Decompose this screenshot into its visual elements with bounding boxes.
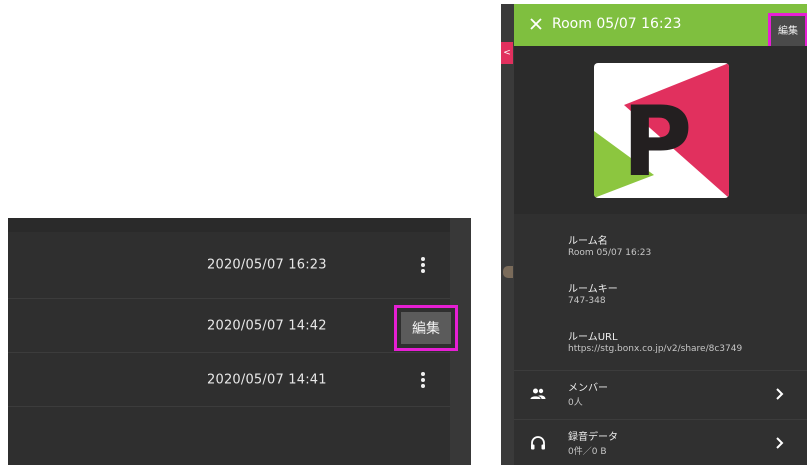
recordings-label: 録音データ (568, 432, 618, 443)
room-logo: P (594, 63, 729, 198)
room-header: Room 05/07 16:23 編集 削除 (514, 4, 807, 70)
svg-text:P: P (622, 86, 692, 198)
room-key-value: 747-348 (568, 296, 606, 306)
members-row[interactable]: メンバー 0人 (514, 370, 807, 419)
room-url-label: ルームURL (568, 332, 618, 343)
menu-edit[interactable]: 編集 (771, 22, 805, 37)
room-title: Room 05/07 16:23 (552, 16, 682, 32)
members-label: メンバー (568, 383, 608, 394)
recordings-row[interactable]: 録音データ 0件／0 B (514, 419, 807, 465)
edge-tab: < (501, 42, 513, 64)
row-date: 2020/05/07 14:41 (207, 372, 327, 388)
list-row[interactable]: 2020/05/07 16:23 (8, 232, 450, 299)
close-icon[interactable] (528, 16, 544, 32)
edit-popup-highlight: 編集 (394, 305, 458, 351)
row-date: 2020/05/07 14:42 (207, 318, 327, 334)
list-top-bar (8, 218, 471, 232)
more-vert-icon[interactable] (420, 371, 426, 389)
members-count: 0人 (568, 398, 583, 408)
room-url-value[interactable]: https://stg.bonx.co.jp/v2/share/8c3749 (568, 344, 742, 354)
headphones-icon (531, 436, 545, 450)
recordings-count: 0件／0 B (568, 447, 607, 457)
room-name-label: ルーム名 (568, 236, 608, 247)
edit-popup-button[interactable]: 編集 (401, 312, 451, 344)
room-info: ルーム名 Room 05/07 16:23 ルームキー 747-348 ルームU… (514, 214, 807, 465)
room-detail-panel: < Room 05/07 16:23 編集 削除 P ルーム名 Room 05/… (501, 4, 807, 465)
edge-avatar-fragment (503, 266, 513, 278)
row-date: 2020/05/07 16:23 (207, 257, 327, 273)
chevron-right-icon[interactable] (775, 436, 785, 450)
list-row[interactable]: 2020/05/07 14:41 (8, 354, 450, 407)
more-vert-icon[interactable] (420, 256, 426, 274)
room-name-value: Room 05/07 16:23 (568, 248, 652, 258)
list-row[interactable]: 2020/05/07 14:42 (8, 300, 450, 353)
chevron-right-icon[interactable] (775, 387, 785, 401)
room-key-label: ルームキー (568, 284, 618, 295)
background-edge-strip (501, 4, 514, 465)
p-logo-graphic: P (594, 63, 729, 198)
members-icon (530, 388, 546, 399)
room-logo-area: P (514, 46, 807, 214)
